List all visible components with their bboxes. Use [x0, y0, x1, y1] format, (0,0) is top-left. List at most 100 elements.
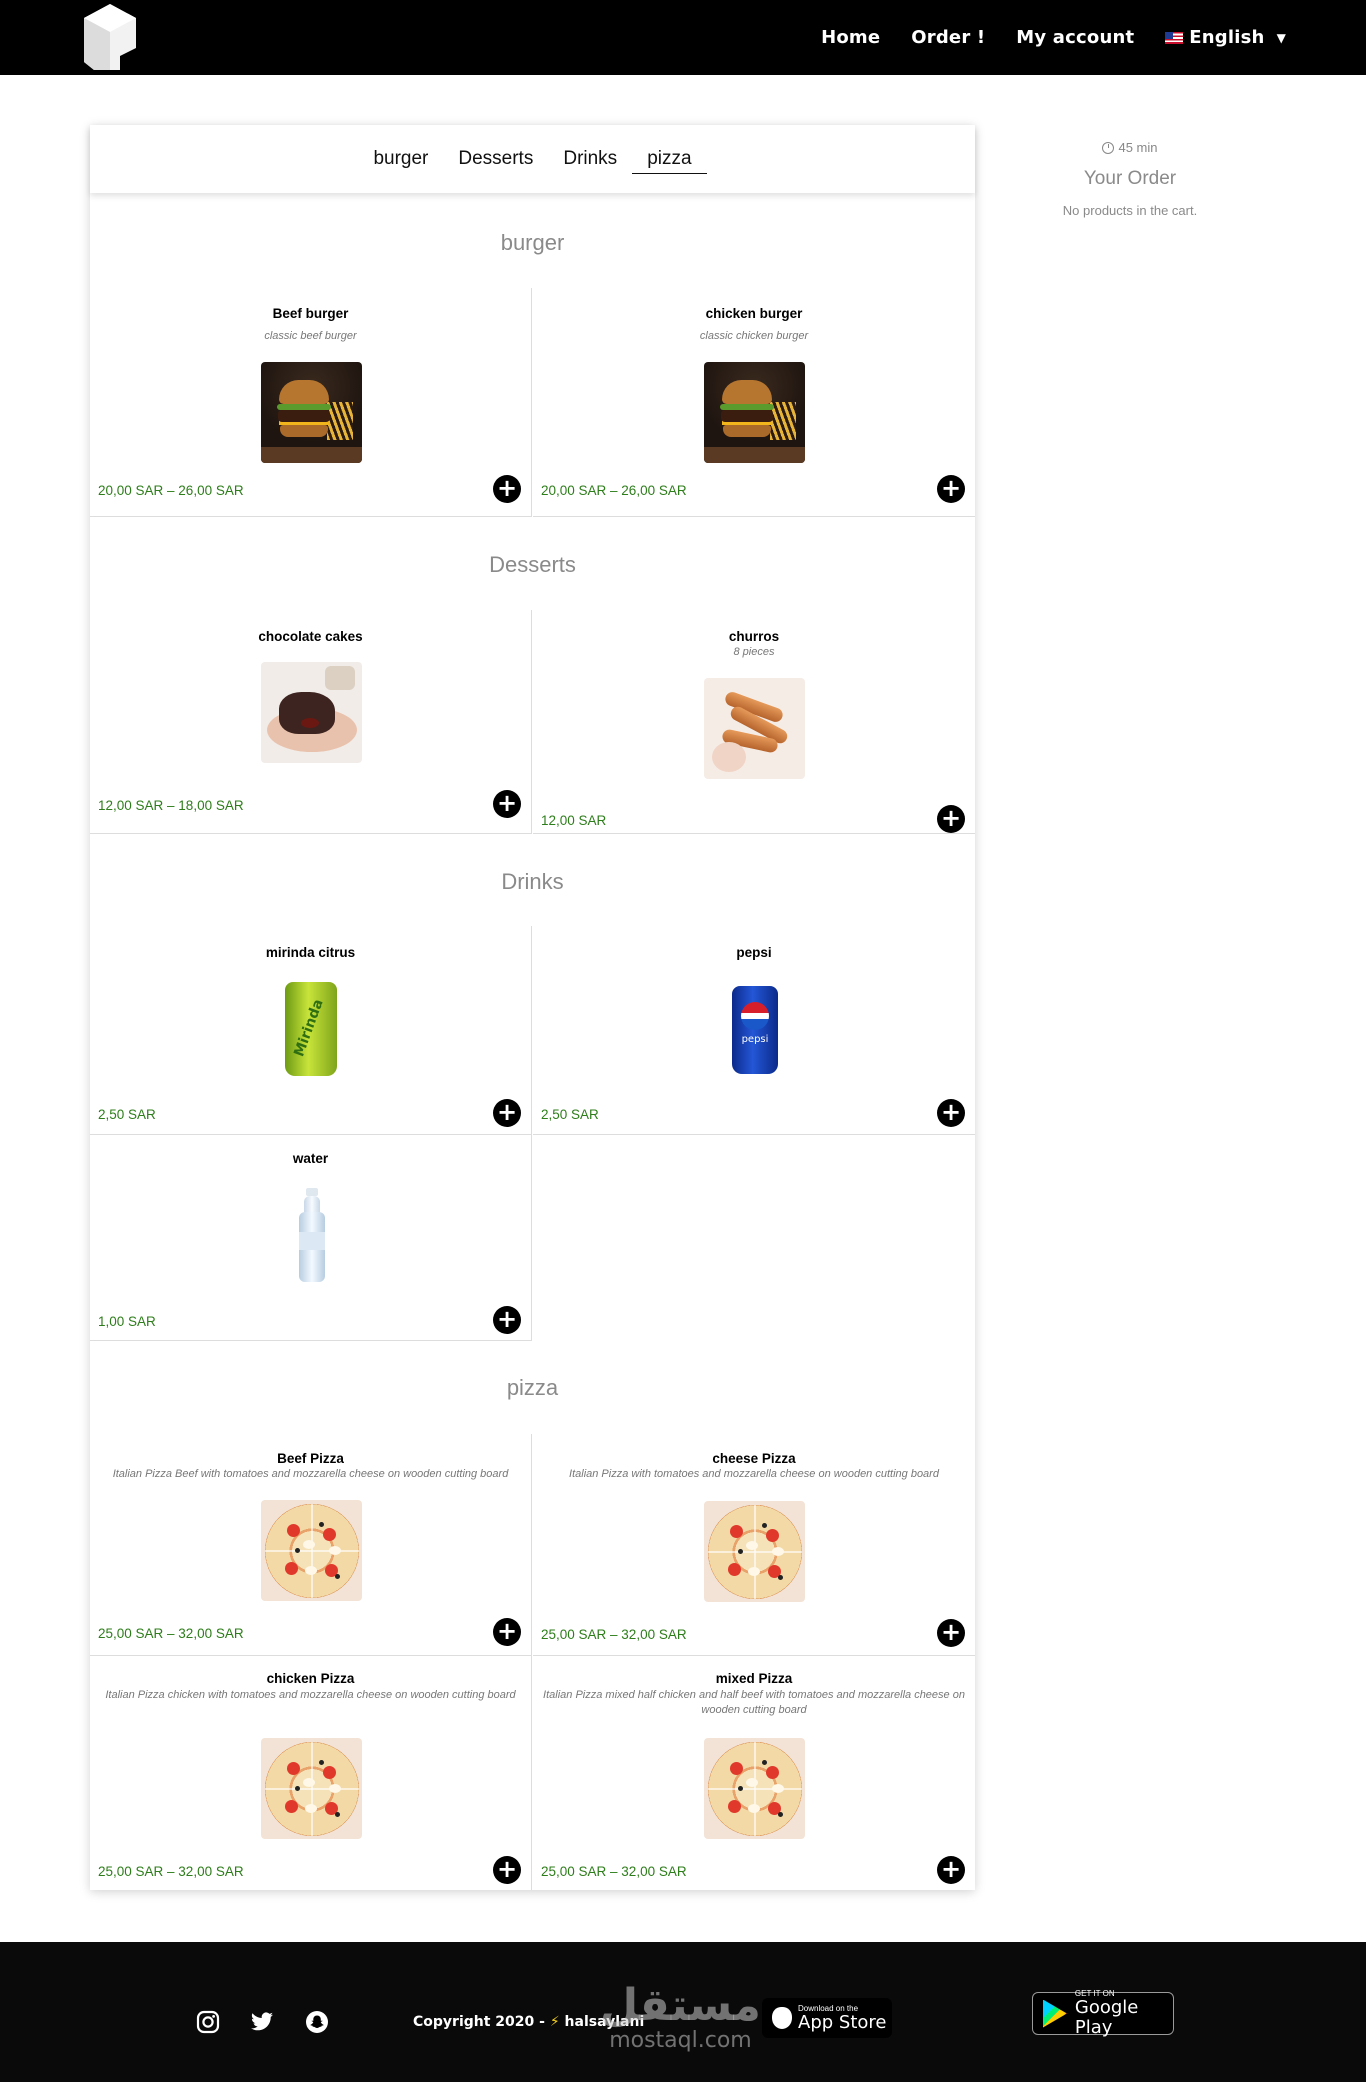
add-to-cart-plus-icon[interactable]: + [493, 1618, 521, 1646]
section-title-desserts: Desserts [489, 552, 576, 577]
section-title-pizza: pizza [506, 1375, 559, 1400]
tab-desserts[interactable]: Desserts [443, 144, 548, 174]
add-to-cart-plus-icon[interactable]: + [937, 1856, 965, 1884]
apple-icon [772, 2007, 792, 2029]
copyright-text: Copyright 2020 - [413, 2014, 545, 2030]
nav-order[interactable]: Order ! [911, 27, 985, 48]
product-price: 12,00 SAR [541, 813, 607, 828]
language-label: English [1189, 27, 1265, 48]
watermark-arabic: مستقل [600, 1980, 761, 2031]
product-card[interactable]: chicken burger classic chicken burger 20… [533, 288, 975, 517]
watermark-url: mostaql.com [609, 2028, 752, 2053]
product-image-mixed-pizza[interactable] [704, 1738, 805, 1839]
add-to-cart-plus-icon[interactable]: + [493, 790, 521, 818]
product-card[interactable]: mirinda citrus 2,50 SAR + [90, 926, 532, 1135]
us-flag-icon [1165, 31, 1184, 44]
product-image-pepsi[interactable]: pepsi [704, 978, 805, 1079]
nav-home[interactable]: Home [821, 27, 880, 48]
add-to-cart-plus-icon[interactable]: + [493, 1099, 521, 1127]
product-price: 25,00 SAR – 32,00 SAR [541, 1627, 687, 1642]
product-image-beef-burger[interactable] [261, 362, 362, 463]
product-price: 20,00 SAR – 26,00 SAR [541, 483, 687, 498]
lightning-icon: ⚡ [549, 2014, 560, 2030]
product-price: 1,00 SAR [98, 1314, 156, 1329]
tab-burger[interactable]: burger [358, 144, 443, 174]
product-description: Italian Pizza Beef with tomatoes and moz… [112, 1468, 509, 1480]
nav-my-account[interactable]: My account [1016, 27, 1134, 48]
tab-drinks[interactable]: Drinks [548, 144, 632, 174]
snapchat-icon[interactable] [305, 2010, 329, 2034]
product-description: Italian Pizza mixed half chicken and hal… [543, 1689, 965, 1716]
order-panel: 45 min Your Order No products in the car… [1020, 140, 1240, 218]
product-name: pepsi [736, 945, 772, 960]
order-title: Your Order [1083, 168, 1177, 189]
eta-text: 45 min [1118, 140, 1158, 155]
product-price: 25,00 SAR – 32,00 SAR [98, 1864, 244, 1879]
product-price: 20,00 SAR – 26,00 SAR [98, 483, 244, 498]
top-navbar: Home Order ! My account English ▼ [0, 0, 1366, 75]
add-to-cart-plus-icon[interactable]: + [937, 1099, 965, 1127]
footer: Copyright 2020 - ⚡ halsaylani مستقل most… [0, 1942, 1366, 2082]
product-card[interactable]: pepsi pepsi 2,50 SAR + [533, 926, 975, 1135]
product-description: Italian Pizza with tomatoes and mozzarel… [569, 1468, 939, 1480]
section-title-burger: burger [500, 230, 565, 255]
product-name: mixed Pizza [715, 1671, 793, 1686]
product-card[interactable]: churros 8 pieces 12,00 SAR + [533, 610, 975, 834]
product-card[interactable]: Beef burger classic beef burger 20,00 SA… [90, 288, 532, 517]
product-description: Italian Pizza chicken with tomatoes and … [105, 1689, 516, 1701]
add-to-cart-plus-icon[interactable]: + [493, 475, 521, 503]
main-nav: Home Order ! My account English ▼ [821, 0, 1286, 75]
product-price: 25,00 SAR – 32,00 SAR [541, 1864, 687, 1879]
clock-icon [1102, 141, 1115, 154]
product-card[interactable]: cheese Pizza Italian Pizza with tomatoes… [533, 1434, 975, 1656]
product-price: 2,50 SAR [541, 1107, 599, 1122]
add-to-cart-plus-icon[interactable]: + [493, 1856, 521, 1884]
product-description: 8 pieces [733, 646, 775, 658]
product-price: 12,00 SAR – 18,00 SAR [98, 798, 244, 813]
product-description: classic beef burger [264, 330, 357, 342]
product-image-water[interactable] [261, 1184, 362, 1285]
google-play-badge[interactable]: GET IT ON Google Play [1032, 1989, 1174, 2038]
add-to-cart-plus-icon[interactable]: + [937, 1619, 965, 1647]
product-name: water [292, 1151, 329, 1166]
category-tabs: burger Desserts Drinks pizza [90, 125, 975, 193]
app-store-big: App Store [798, 2011, 887, 2033]
instagram-icon[interactable] [196, 2010, 220, 2034]
site-logo[interactable] [84, 4, 136, 70]
product-name: chicken Pizza [266, 1671, 355, 1686]
product-name: chicken burger [705, 306, 803, 321]
google-play-big: Google Play [1074, 1997, 1139, 2038]
product-price: 2,50 SAR [98, 1107, 156, 1122]
product-card[interactable]: Beef Pizza Italian Pizza Beef with tomat… [90, 1434, 532, 1656]
product-name: churros [728, 629, 780, 644]
product-name: mirinda citrus [265, 945, 356, 960]
product-image-churros[interactable] [704, 678, 805, 779]
product-card[interactable]: chocolate cakes 12,00 SAR – 18,00 SAR + [90, 610, 532, 834]
product-image-beef-pizza[interactable] [261, 1500, 362, 1601]
delivery-eta: 45 min [1020, 140, 1240, 155]
cart-empty-message: No products in the cart. [1062, 203, 1198, 218]
add-to-cart-plus-icon[interactable]: + [937, 805, 965, 833]
product-card[interactable]: water 1,00 SAR + [90, 1135, 532, 1341]
google-play-icon [1043, 1999, 1067, 2028]
product-price: 25,00 SAR – 32,00 SAR [98, 1626, 244, 1641]
product-name: chocolate cakes [258, 629, 363, 644]
section-title-drinks: Drinks [501, 869, 564, 894]
product-name: cheese Pizza [712, 1451, 796, 1466]
app-store-badge[interactable]: Download on the App Store [762, 1998, 892, 2038]
twitter-icon[interactable] [250, 2010, 274, 2034]
add-to-cart-plus-icon[interactable]: + [937, 475, 965, 503]
tab-pizza[interactable]: pizza [632, 144, 707, 174]
product-image-cheese-pizza[interactable] [704, 1501, 805, 1602]
product-image-chicken-burger[interactable] [704, 362, 805, 463]
add-to-cart-plus-icon[interactable]: + [493, 1306, 521, 1334]
product-image-chicken-pizza[interactable] [261, 1738, 362, 1839]
product-name: Beef burger [272, 306, 349, 321]
product-image-chocolate-cakes[interactable] [261, 662, 362, 763]
mostaql-watermark: مستقل mostaql.com [600, 1982, 761, 2052]
product-card[interactable]: mixed Pizza Italian Pizza mixed half chi… [533, 1656, 975, 1890]
product-card[interactable]: chicken Pizza Italian Pizza chicken with… [90, 1656, 532, 1890]
product-image-mirinda-citrus[interactable] [261, 978, 362, 1079]
chevron-down-icon: ▼ [1276, 30, 1286, 45]
language-selector[interactable]: English ▼ [1165, 27, 1286, 48]
